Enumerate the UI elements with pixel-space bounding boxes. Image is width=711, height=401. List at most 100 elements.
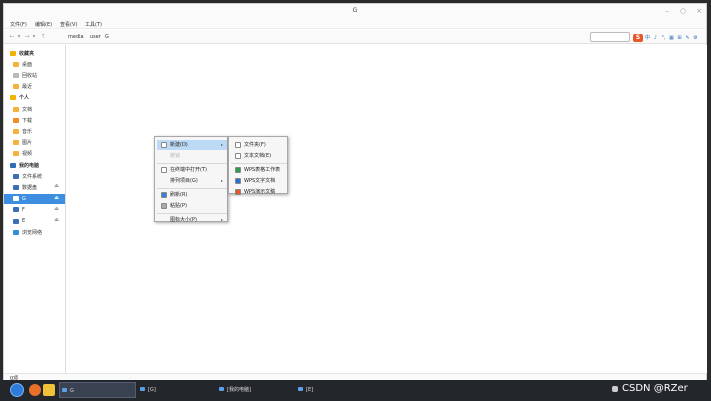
- eject-icon[interactable]: ⏏: [54, 206, 59, 212]
- sidebar-item[interactable]: 桌面: [4, 59, 65, 69]
- breadcrumb-g[interactable]: G: [105, 34, 109, 40]
- sidebar-item-label: 最近: [22, 84, 33, 91]
- picture-icon: [13, 140, 19, 146]
- sidebar-item[interactable]: F ⏏: [4, 205, 65, 215]
- search-input[interactable]: [590, 32, 630, 42]
- new-icon: [161, 142, 167, 148]
- sidebar-item[interactable]: E ⏏: [4, 216, 65, 226]
- tray-watermark: CSDN @RZer: [622, 383, 688, 394]
- desktop-icon: [13, 61, 19, 67]
- context-menu-item[interactable]: 文本文档(E): [231, 151, 287, 161]
- sogou-logo-icon[interactable]: S: [633, 33, 643, 42]
- computer-icon: [10, 162, 16, 168]
- sidebar-item[interactable]: 数据盘 ⏏: [4, 182, 65, 192]
- context-menu-item[interactable]: 文件夹(F): [231, 140, 287, 150]
- file-manager-window: G – ○ × 文件(F) 编辑(E) 查看(V) 工具(T) ← ▾ → ▾ …: [3, 3, 707, 382]
- eject-icon[interactable]: ⏏: [54, 195, 59, 201]
- sidebar-item[interactable]: 下载: [4, 115, 65, 125]
- sidebar-item[interactable]: 最近: [4, 82, 65, 92]
- ime-keyboard-icon[interactable]: ▦: [668, 34, 675, 42]
- task-folder-icon: [298, 387, 303, 391]
- task-folder-icon: [62, 388, 67, 392]
- sidebar-item-label: 文件系统: [22, 173, 43, 180]
- window-title: G: [352, 7, 358, 14]
- sidebar-item[interactable]: 收藏夹: [4, 48, 65, 58]
- context-menu-item[interactable]: 新建(D) ▸: [157, 140, 227, 150]
- sidebar-item[interactable]: 文件系统: [4, 171, 65, 181]
- terminal-icon: [161, 167, 167, 173]
- firefox-icon[interactable]: [29, 384, 41, 396]
- menu-file[interactable]: 文件(F): [10, 21, 27, 28]
- drive-icon: [13, 184, 19, 190]
- context-menu-label: 新建(D): [170, 142, 188, 148]
- breadcrumb-user[interactable]: user: [90, 34, 101, 40]
- sidebar-item-label: F: [22, 206, 25, 213]
- sidebar-item-label: 图片: [22, 140, 33, 147]
- start-menu-icon[interactable]: [10, 383, 24, 397]
- context-menu-item[interactable]: WPS演示文稿: [231, 187, 287, 197]
- recent-icon: [13, 84, 19, 90]
- context-menu-label: 粘贴(P): [170, 203, 187, 209]
- submenu-arrow-icon: ▸: [220, 217, 223, 222]
- download-icon: [13, 117, 19, 123]
- context-menu-label: 排列项目(G): [170, 178, 198, 184]
- context-menu-item[interactable]: WPS表格工作表: [231, 165, 287, 175]
- eject-icon[interactable]: ⏏: [54, 217, 59, 223]
- person-icon: [10, 95, 16, 101]
- sidebar-item[interactable]: 个人: [4, 93, 65, 103]
- task-my-computer[interactable]: [我的电脑]: [217, 382, 294, 398]
- context-menu-label: WPS演示文稿: [244, 189, 276, 195]
- ime-punct-icon[interactable]: °,: [660, 34, 667, 42]
- sidebar-item-label: 桌面: [22, 61, 33, 68]
- back-history-icon[interactable]: ▾: [15, 33, 23, 41]
- task-g-2[interactable]: [G]: [138, 382, 215, 398]
- sidebar-item[interactable]: 我的电脑: [4, 160, 65, 170]
- sidebar-item[interactable]: 音乐: [4, 126, 65, 136]
- close-button[interactable]: ×: [694, 6, 704, 16]
- sidebar-item[interactable]: G ⏏: [4, 193, 65, 204]
- context-menu-label: WPS文字文档: [244, 178, 276, 184]
- ime-skin-icon[interactable]: ✎: [684, 34, 691, 42]
- network-tray-icon[interactable]: [612, 386, 618, 392]
- context-menu-label: 撤销: [170, 153, 181, 159]
- ime-settings-icon[interactable]: ⚙: [692, 34, 699, 42]
- sidebar-item[interactable]: 浏览网络: [4, 227, 65, 237]
- network-icon: [13, 229, 19, 235]
- sidebar-item-label: 个人: [19, 95, 30, 102]
- context-menu-item[interactable]: 粘贴(P): [157, 201, 227, 211]
- submenu-arrow-icon: ▸: [220, 178, 223, 183]
- context-menu-item[interactable]: 刷新(R): [157, 190, 227, 200]
- sidebar-item[interactable]: 图片: [4, 138, 65, 148]
- menu-edit[interactable]: 编辑(E): [35, 21, 52, 28]
- context-menu-item[interactable]: 在终端中打开(T): [157, 165, 227, 175]
- sidebar-item[interactable]: 文档: [4, 104, 65, 114]
- task-e-label: [E]: [306, 387, 314, 393]
- sidebar-item[interactable]: 视频: [4, 149, 65, 159]
- minimize-button[interactable]: –: [662, 6, 672, 16]
- context-menu-label: 刷新(R): [170, 192, 188, 198]
- folder-icon[interactable]: [43, 384, 55, 396]
- context-menu: 新建(D) ▸ 撤销在终端中打开(T) 排列项目(G) ▸ 刷新(R) 粘贴(P) 图标大小(…: [154, 136, 228, 225]
- task-g[interactable]: G: [59, 382, 136, 398]
- task-g-label: G: [70, 388, 74, 394]
- ime-voice-icon[interactable]: ♪: [652, 34, 659, 42]
- eject-icon[interactable]: ⏏: [54, 183, 59, 189]
- forward-history-icon[interactable]: ▾: [30, 33, 38, 41]
- ime-chinese-icon[interactable]: 中: [644, 34, 651, 42]
- ime-grid-icon[interactable]: ⊞: [676, 34, 683, 42]
- title-bar[interactable]: G – ○ ×: [4, 4, 706, 18]
- task-e[interactable]: [E]: [296, 382, 373, 398]
- up-icon[interactable]: ↑: [39, 33, 47, 41]
- context-menu-label: WPS表格工作表: [244, 167, 281, 173]
- sidebar-item[interactable]: 回收站: [4, 70, 65, 80]
- context-menu-item[interactable]: 排列项目(G) ▸: [157, 176, 227, 186]
- context-menu-item[interactable]: 图标大小(P) ▸: [157, 215, 227, 225]
- submenu-arrow-icon: ▸: [220, 142, 223, 147]
- trash-icon: [13, 72, 19, 78]
- maximize-button[interactable]: ○: [678, 6, 688, 16]
- context-menu-item[interactable]: WPS文字文档: [231, 176, 287, 186]
- breadcrumb-media[interactable]: media: [68, 34, 84, 40]
- menu-tools[interactable]: 工具(T): [85, 21, 102, 28]
- menu-bar: 文件(F) 编辑(E) 查看(V) 工具(T): [4, 18, 706, 29]
- menu-view[interactable]: 查看(V): [60, 21, 77, 28]
